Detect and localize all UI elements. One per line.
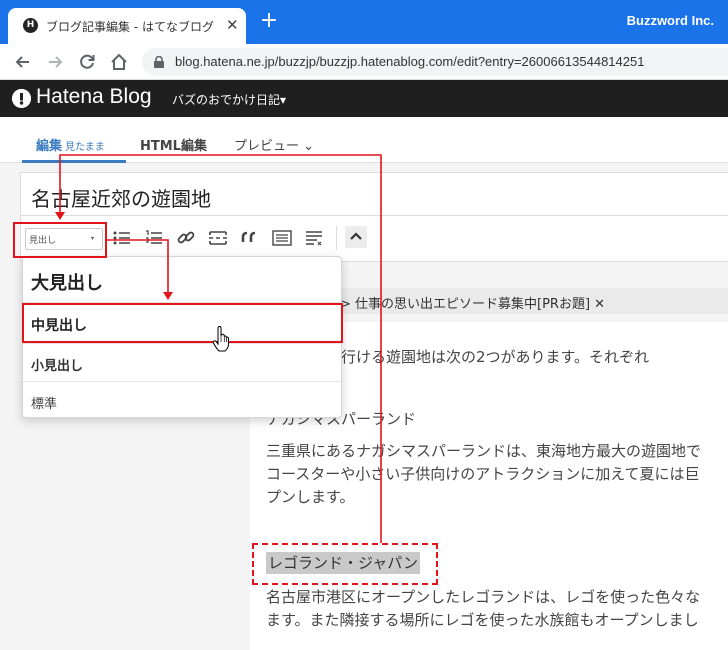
hatena-logo-icon	[12, 89, 31, 108]
highlight-selected-text	[252, 543, 438, 585]
notice-text[interactable]: > 仕事の思い出エピソード募集中[PRお題] ✕	[340, 293, 605, 312]
browser-toolbar: blog.hatena.ne.jp/buzzjp/buzzjp.hatenabl…	[0, 44, 728, 80]
new-tab-button[interactable]: +	[258, 10, 280, 32]
tab-preview[interactable]: プレビュー ⌄	[234, 135, 314, 154]
toolbar-divider	[336, 226, 337, 250]
editor-tabs: 編集 見たまま HTML編集 プレビュー ⌄	[0, 117, 728, 163]
table-of-contents-icon[interactable]	[271, 228, 293, 248]
profile-label: Buzzword Inc.	[626, 13, 714, 28]
hatena-logo[interactable]: Hatena Blog	[36, 85, 152, 109]
bullet-list-icon[interactable]	[111, 228, 133, 248]
tab-wysiwyg-sub: 見たまま	[65, 142, 105, 153]
tab-html[interactable]: HTML編集	[140, 135, 207, 154]
back-icon[interactable]	[12, 51, 34, 73]
tab-preview-label: プレビュー	[234, 139, 300, 154]
title-field[interactable]: 名古屋近郊の遊園地	[20, 172, 728, 216]
blockquote-icon[interactable]	[239, 228, 261, 248]
menu-item-normal[interactable]: 標準	[31, 393, 349, 412]
chevron-down-icon: ⌄	[303, 139, 315, 154]
title-text: 名古屋近郊の遊園地	[31, 187, 211, 211]
highlight-format-select	[13, 222, 107, 258]
menu-item-small-heading[interactable]: 小見出し	[31, 355, 349, 374]
active-tab-underline	[22, 160, 126, 163]
hand-cursor-icon	[212, 326, 229, 352]
url-text: blog.hatena.ne.jp/buzzjp/buzzjp.hatenabl…	[175, 54, 645, 69]
chevron-up-icon	[350, 232, 362, 240]
collapse-toolbar-button[interactable]	[345, 226, 367, 248]
body-line: コースターや小さい子供向けのアトラクションに加えて夏には巨	[266, 465, 700, 483]
blog-selector[interactable]: バズのおでかけ日記▾	[172, 91, 286, 108]
home-icon[interactable]	[108, 51, 130, 73]
close-tab-icon[interactable]: ✕	[226, 17, 239, 33]
hatena-favicon-icon: H	[23, 18, 38, 33]
body-line: 名古屋市港区にオープンしたレゴランドは、レゴを使った色々な	[266, 588, 701, 606]
tab-wysiwyg[interactable]: 編集 見たまま	[36, 135, 105, 154]
link-icon[interactable]	[175, 228, 197, 248]
address-bar[interactable]: blog.hatena.ne.jp/buzzjp/buzzjp.hatenabl…	[142, 48, 728, 76]
body-line: 三重県にあるナガシマスパーランドは、東海地方最大の遊園地で	[266, 442, 702, 460]
menu-item-large-heading[interactable]: 大見出し	[31, 269, 349, 295]
lock-icon	[154, 56, 164, 68]
page-break-icon[interactable]	[207, 228, 229, 248]
tab-title: ブログ記事編集 - はてなブログ	[46, 20, 214, 34]
numbered-list-icon[interactable]	[143, 228, 165, 248]
browser-tabstrip: H ブログ記事編集 - はてなブログ ✕ + Buzzword Inc.	[0, 0, 728, 44]
menu-divider	[23, 381, 341, 382]
forward-icon[interactable]	[44, 51, 66, 73]
highlight-medium-heading	[22, 303, 343, 343]
menu-divider	[23, 343, 341, 344]
more-format-icon[interactable]	[303, 228, 325, 248]
reload-icon[interactable]	[76, 51, 98, 73]
hatena-header: Hatena Blog バズのおでかけ日記▾	[0, 80, 728, 117]
browser-tab[interactable]: H ブログ記事編集 - はてなブログ ✕	[8, 8, 246, 44]
body-line: ます。また隣接する場所にレゴを使った水族館もオープンしまし	[266, 611, 699, 629]
body-line: プンします。	[266, 488, 355, 506]
tab-wysiwyg-label: 編集	[36, 139, 63, 154]
